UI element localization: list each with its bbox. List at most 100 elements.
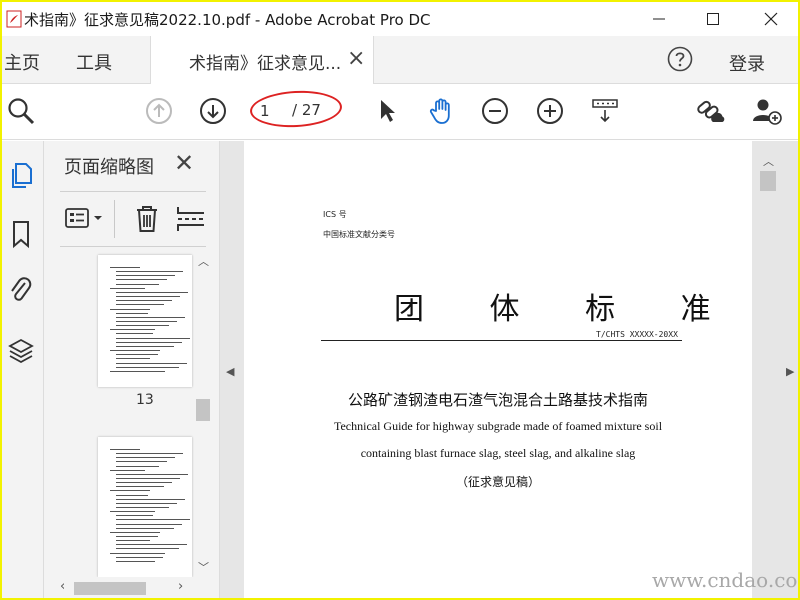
scroll-up-icon[interactable]: ︿ xyxy=(198,253,209,269)
thumbnail-text-line xyxy=(110,511,155,513)
scroll-left-icon[interactable]: ‹ xyxy=(60,579,65,594)
add-user-button[interactable] xyxy=(750,94,784,128)
doc-scrollbar-thumb[interactable] xyxy=(760,171,776,191)
zoom-tool-button[interactable] xyxy=(4,94,38,128)
document-tab-label: 术指南》征求意见... xyxy=(189,54,342,74)
close-panel-icon[interactable]: ✕ xyxy=(174,149,194,177)
document-vertical-scrollbar[interactable]: ︿ xyxy=(758,151,778,598)
bookmark-icon xyxy=(13,221,29,249)
highlight-annotation-oval xyxy=(249,88,343,130)
document-viewer[interactable]: ◀ ICS 号 中国标准文献分类号 团 体 标 准 T/CHTS XXXXX-2… xyxy=(220,141,798,598)
thumbnail-text-line xyxy=(116,461,167,463)
page-thumbnail[interactable] xyxy=(98,437,192,577)
share-link-button[interactable] xyxy=(694,94,728,128)
thumbnail-text-line xyxy=(116,279,167,281)
title-bar: 术指南》征求意见稿2022.10.pdf - Adobe Acrobat Pro… xyxy=(2,2,798,36)
layers-button[interactable] xyxy=(6,333,36,367)
previous-page-button[interactable] xyxy=(142,94,176,128)
select-cursor-icon xyxy=(381,100,395,122)
thumbnail-text-line xyxy=(110,287,145,289)
delete-page-icon[interactable] xyxy=(134,204,160,234)
thumbnail-text-line xyxy=(110,469,145,471)
close-window-button[interactable] xyxy=(744,2,798,36)
thumbnail-horizontal-scrollbar[interactable]: ‹ › xyxy=(60,579,192,597)
standard-code: T/CHTS XXXXX-20XX xyxy=(596,330,678,339)
panel-title: 页面缩略图 xyxy=(64,157,154,178)
english-title-line2: containing blast furnace slag, steel sla… xyxy=(360,446,636,460)
login-button[interactable]: 登录 xyxy=(729,50,765,76)
minimize-icon xyxy=(653,18,665,20)
tab-tools[interactable]: 工具 xyxy=(76,49,112,75)
layers-icon xyxy=(8,338,34,364)
scroll-down-icon[interactable]: ﹀ xyxy=(198,559,209,575)
thumbnail-text-line xyxy=(116,316,185,318)
thumbnail-text-line xyxy=(116,519,190,521)
thumbnail-text-line xyxy=(110,490,150,492)
thumbnail-text-line xyxy=(116,523,182,525)
thumbnail-text-line xyxy=(116,560,155,562)
scroll-mode-icon xyxy=(592,99,618,123)
bookmarks-button[interactable] xyxy=(6,217,36,251)
thumbnail-text-line xyxy=(116,358,150,360)
page-thumbnails-button[interactable] xyxy=(6,159,36,193)
thumbnail-text-line xyxy=(116,271,183,273)
thumbnail-text-line xyxy=(116,515,153,517)
close-tab-icon[interactable]: × xyxy=(347,46,365,71)
minimize-button[interactable] xyxy=(632,2,686,36)
thumbnail-text-line xyxy=(116,457,175,459)
scrollbar-thumb[interactable] xyxy=(196,399,210,421)
thumbnail-label: 13 xyxy=(136,392,154,408)
site-watermark: www.cndao.com xyxy=(652,568,798,592)
collapse-left-icon[interactable]: ◀ xyxy=(226,365,234,378)
doc-scroll-up-icon[interactable]: ︿ xyxy=(763,153,774,169)
thumbnail-text-line xyxy=(116,536,158,537)
left-navigation-rail xyxy=(2,141,44,598)
next-page-button[interactable] xyxy=(196,94,230,128)
maximize-button[interactable] xyxy=(686,2,740,36)
help-icon[interactable] xyxy=(667,46,693,72)
draft-label: （征求意见稿） xyxy=(455,475,540,489)
scroll-right-icon[interactable]: › xyxy=(178,579,183,594)
tab-document[interactable]: 术指南》征求意见... × xyxy=(150,36,374,84)
zoom-out-button[interactable] xyxy=(478,94,512,128)
thumbnail-text-line xyxy=(116,325,169,327)
acrobat-window: 术指南》征求意见稿2022.10.pdf - Adobe Acrobat Pro… xyxy=(2,2,798,598)
thumbnail-text-line xyxy=(116,312,148,314)
share-link-icon xyxy=(697,100,725,122)
thumbnail-text-line xyxy=(116,544,187,546)
extract-pages-icon[interactable] xyxy=(176,204,204,234)
thumbnail-tools xyxy=(60,191,206,247)
thumbnail-list: 13 xyxy=(44,247,194,577)
thumbnail-text-line xyxy=(116,494,148,496)
thumbnail-text-line xyxy=(116,502,177,504)
thumbnail-text-line xyxy=(116,527,174,529)
thumbnail-text-line xyxy=(116,275,175,277)
paperclip-icon xyxy=(11,277,32,301)
thumbnail-text-line xyxy=(110,552,165,554)
close-icon xyxy=(764,12,778,26)
thumbnail-text-line xyxy=(116,486,164,488)
collapse-right-icon[interactable]: ▶ xyxy=(786,365,794,378)
h-scrollbar-thumb[interactable] xyxy=(74,582,146,595)
page-thumbnail[interactable] xyxy=(98,255,192,387)
thumbnail-text-line xyxy=(116,304,164,306)
zoom-out-icon xyxy=(482,98,508,124)
thumbnail-text-line xyxy=(116,556,163,558)
thumbnail-text-line xyxy=(116,453,183,455)
zoom-in-icon xyxy=(537,98,563,124)
options-menu-icon[interactable] xyxy=(64,206,110,232)
thumbnail-text-line xyxy=(110,370,165,372)
hand-tool-button[interactable] xyxy=(425,94,459,128)
zoom-in-button[interactable] xyxy=(533,94,567,128)
thumbnail-text-line xyxy=(116,473,188,475)
select-tool-button[interactable] xyxy=(370,94,404,128)
tab-home[interactable]: 主页 xyxy=(4,49,40,75)
page-thumbnails-icon xyxy=(12,163,32,188)
attachments-button[interactable] xyxy=(6,273,36,307)
scroll-mode-button[interactable] xyxy=(588,94,622,128)
window-title: 术指南》征求意见稿2022.10.pdf - Adobe Acrobat Pro… xyxy=(24,11,431,29)
tab-bar: 主页 工具 术指南》征求意见... × 登录 xyxy=(2,36,798,84)
thumbnail-text-line xyxy=(116,321,177,322)
hand-tool-icon xyxy=(429,98,450,124)
thumbnail-vertical-scrollbar[interactable]: ︿ ﹀ xyxy=(194,251,212,577)
